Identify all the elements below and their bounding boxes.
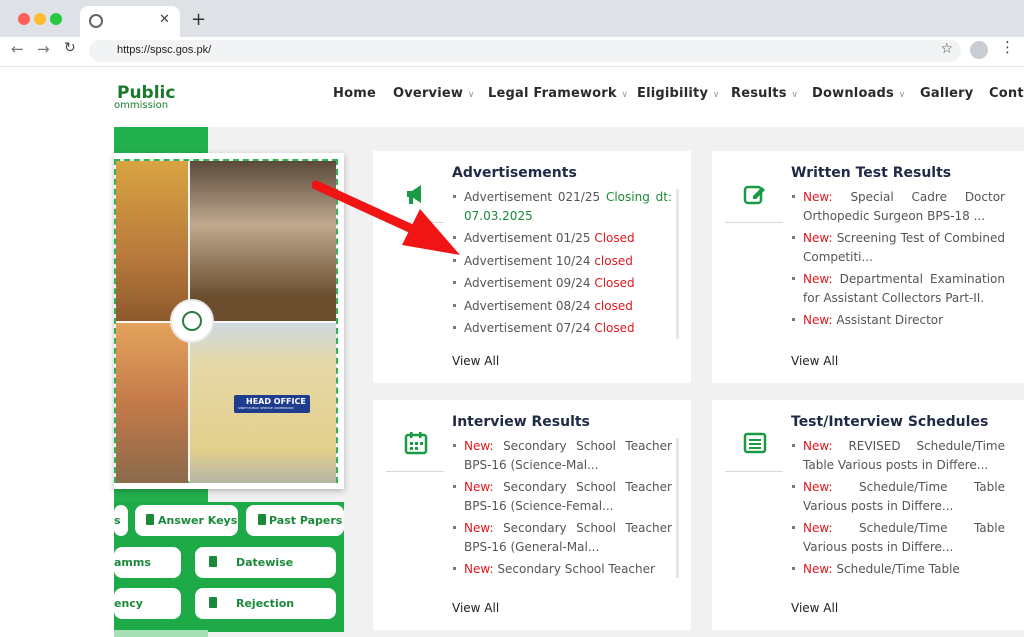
card-divider: [725, 222, 783, 223]
list-item[interactable]: New: Schedule/Time Table Various posts i…: [791, 478, 1005, 515]
list-item[interactable]: New: Schedule/Time Table Various posts i…: [791, 519, 1005, 556]
list-item[interactable]: New: Special Cadre Doctor Orthopedic Sur…: [791, 188, 1005, 225]
document-icon: [209, 597, 217, 608]
quick-link-results[interactable]: s: [114, 505, 128, 536]
chevron-down-icon: ∨: [898, 90, 906, 100]
quick-link-agency[interactable]: ency: [114, 588, 181, 619]
back-icon[interactable]: ←: [11, 40, 24, 58]
sindh-emblem-icon: [170, 299, 214, 343]
list-scrollbar[interactable]: [676, 189, 679, 339]
list-item[interactable]: New: Secondary School Teacher BPS-16 (Sc…: [452, 478, 672, 515]
test-interview-schedules-list: New: REVISED Schedule/Time Table Various…: [791, 437, 1005, 582]
list-icon: [743, 432, 767, 454]
building-icon: [209, 556, 217, 567]
document-icon: [146, 514, 154, 525]
quick-link-rejection[interactable]: Rejection: [195, 588, 336, 619]
list-item[interactable]: New: Secondary School Teacher: [452, 560, 672, 578]
reload-icon[interactable]: ↻: [64, 40, 76, 56]
tab-close-icon[interactable]: ✕: [159, 12, 170, 27]
view-all-link[interactable]: View All: [791, 354, 838, 368]
list-item[interactable]: Advertisement 01/25 Closed: [452, 229, 672, 248]
card-divider: [725, 471, 783, 472]
forward-icon[interactable]: →: [37, 40, 50, 58]
head-office-sign-subtext: SINDH PUBLIC SERVICE COMMISSION: [238, 406, 294, 410]
chevron-down-icon: ∨: [621, 90, 629, 100]
interview-results-title[interactable]: Interview Results: [452, 414, 590, 430]
test-interview-schedules-card: Test/Interview Schedules New: REVISED Sc…: [712, 400, 1024, 630]
list-item[interactable]: New: Schedule/Time Table: [791, 560, 1005, 578]
new-tab-button[interactable]: +: [191, 9, 206, 30]
test-interview-schedules-title[interactable]: Test/Interview Schedules: [791, 414, 988, 430]
annotation-arrow-icon: [312, 180, 460, 255]
view-all-link[interactable]: View All: [452, 354, 499, 368]
web-page: Public ommission Home Overview ∨ Legal F…: [0, 67, 1024, 637]
written-test-results-list: New: Special Cadre Doctor Orthopedic Sur…: [791, 188, 1005, 333]
nav-downloads[interactable]: Downloads ∨: [812, 86, 906, 101]
nav-eligibility[interactable]: Eligibility ∨: [637, 86, 720, 101]
nav-results[interactable]: Results ∨: [731, 86, 798, 101]
list-item[interactable]: Advertisement 08/24 closed: [452, 297, 672, 316]
browser-tab-strip: ✕ +: [0, 0, 1024, 37]
nav-legal-framework[interactable]: Legal Framework ∨: [488, 86, 628, 101]
chevron-down-icon: ∨: [791, 90, 799, 100]
pdf-icon: [258, 514, 266, 525]
chevron-down-icon: ∨: [467, 90, 475, 100]
quick-link-datewise[interactable]: Datewise: [195, 547, 336, 578]
browser-toolbar: ← → ↻ https://spsc.gos.pk/ ☆: [0, 37, 1024, 67]
list-item[interactable]: New: Secondary School Teacher BPS-16 (Ge…: [452, 519, 672, 556]
sidebar-bottom-strip: [114, 630, 208, 637]
calendar-icon: [404, 432, 428, 455]
maximize-window-button[interactable]: [50, 13, 62, 25]
site-logo-subtitle: ommission: [114, 100, 169, 111]
nav-gallery[interactable]: Gallery: [920, 86, 973, 101]
bookmark-star-icon[interactable]: ☆: [940, 41, 953, 57]
edit-icon: [743, 185, 765, 205]
list-item[interactable]: Advertisement 021/25 Closing dt: 07.03.2…: [452, 188, 672, 225]
chrome-icon: [89, 14, 103, 28]
card-divider: [386, 471, 444, 472]
list-item[interactable]: New: Assistant Director: [791, 311, 1005, 329]
list-scrollbar[interactable]: [676, 438, 679, 578]
list-item[interactable]: New: REVISED Schedule/Time Table Various…: [791, 437, 1005, 474]
quick-link-answer-keys[interactable]: Answer Keys: [135, 505, 238, 536]
nav-overview[interactable]: Overview ∨: [393, 86, 475, 101]
list-item[interactable]: Advertisement 10/24 closed: [452, 252, 672, 271]
list-item[interactable]: Advertisement 07/24 Closed: [452, 319, 672, 338]
close-window-button[interactable]: [18, 13, 30, 25]
minimize-window-button[interactable]: [34, 13, 46, 25]
browser-menu-icon[interactable]: ⋮: [1000, 38, 1015, 56]
interview-results-list: New: Secondary School Teacher BPS-16 (Sc…: [452, 437, 672, 582]
nav-home[interactable]: Home: [333, 86, 376, 101]
chevron-down-icon: ∨: [712, 90, 720, 100]
browser-tab[interactable]: ✕: [80, 6, 180, 37]
quick-link-past-papers[interactable]: Past Papers: [246, 505, 344, 536]
head-office-photo[interactable]: HEAD OFFICE SINDH PUBLIC SERVICE COMMISS…: [114, 159, 338, 483]
address-bar[interactable]: https://spsc.gos.pk/ ☆: [89, 40, 961, 62]
advertisements-list: Advertisement 021/25 Closing dt: 07.03.2…: [452, 188, 672, 342]
head-office-sign-text: HEAD OFFICE: [246, 397, 306, 406]
view-all-link[interactable]: View All: [452, 601, 499, 615]
interview-results-card: Interview Results New: Secondary School …: [373, 400, 691, 630]
list-item[interactable]: New: Secondary School Teacher BPS-16 (Sc…: [452, 437, 672, 474]
view-all-link[interactable]: View All: [791, 601, 838, 615]
photo-building-left: [116, 161, 188, 321]
quick-link-programs[interactable]: amms: [114, 547, 181, 578]
profile-avatar-icon[interactable]: [970, 41, 988, 59]
photo-courtyard: [116, 323, 188, 483]
list-item[interactable]: New: Departmental Examination for Assist…: [791, 270, 1005, 307]
head-office-sign: HEAD OFFICE SINDH PUBLIC SERVICE COMMISS…: [234, 395, 310, 413]
url-text[interactable]: https://spsc.gos.pk/: [117, 44, 211, 56]
nav-contact[interactable]: Conta: [989, 86, 1024, 101]
list-item[interactable]: Advertisement 09/24 Closed: [452, 274, 672, 293]
list-item[interactable]: New: Screening Test of Combined Competit…: [791, 229, 1005, 266]
written-test-results-card: Written Test Results New: Special Cadre …: [712, 151, 1024, 383]
written-test-results-title[interactable]: Written Test Results: [791, 165, 951, 181]
